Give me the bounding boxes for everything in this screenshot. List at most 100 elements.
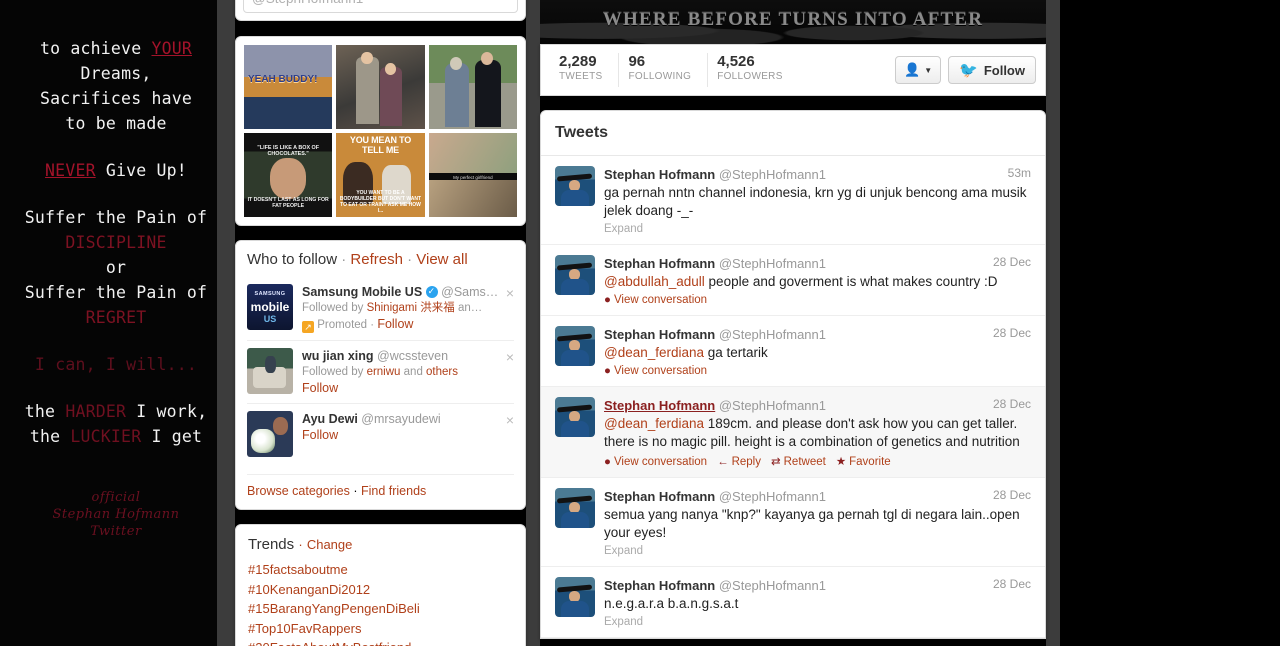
tweet-mention-link[interactable]: @dean_ferdiana — [604, 345, 704, 360]
stat-tweets[interactable]: 2,289 TWEETS — [550, 53, 620, 87]
tweet[interactable]: 28 Dec Stephan Hofmann @StephHofmann1 @dea… — [541, 387, 1045, 478]
tweet-mention-link[interactable]: @dean_ferdiana — [604, 416, 704, 431]
suggestion-handle[interactable]: @Sams… — [441, 285, 498, 299]
who-to-follow-item[interactable]: wu jian xing @wcssteven Followed by erni… — [247, 340, 514, 403]
samsung-mobile-us-avatar[interactable]: SAMSUNG mobile US — [247, 284, 293, 330]
trend-item[interactable]: #Top10FavRappers — [248, 619, 513, 639]
followed-by-name[interactable]: Shinigami 洪来福 — [367, 302, 455, 314]
signature-line-3: Twitter — [90, 524, 142, 539]
dismiss-suggestion-icon[interactable]: × — [506, 285, 514, 301]
who-to-follow-item[interactable]: SAMSUNGmobileUS Samsung Mobile US @Sams…… — [247, 277, 514, 340]
tweet-avatar[interactable] — [555, 488, 595, 528]
photo-two-people-outdoors[interactable] — [428, 45, 517, 129]
who-to-follow-header: Who to follow · Refresh · View all — [247, 251, 514, 268]
tweet-author-name[interactable]: Stephan Hofmann — [604, 167, 715, 182]
photo-caption-top: "LIFE IS LIKE A BOX OF CHOCOLATES." — [257, 144, 320, 157]
view-conversation-icon: ● — [604, 365, 611, 377]
tweet-expand-link[interactable]: Expand — [604, 223, 1031, 235]
tweet-author-handle[interactable]: @StephHofmann1 — [715, 398, 826, 413]
art-text: Sacrifices have — [39, 89, 192, 108]
user-actions-dropdown-button[interactable]: 👤 ▼ — [895, 56, 942, 84]
tweet-author-handle[interactable]: @StephHofmann1 — [715, 256, 826, 271]
follow-button[interactable]: 🐦 Follow — [948, 56, 1036, 84]
signature-line-2: Stephan Hofmann — [52, 507, 180, 522]
gutter-right — [1046, 0, 1060, 646]
tweet-avatar[interactable] — [555, 577, 595, 617]
suggestion-handle[interactable]: @mrsayudewi — [361, 412, 440, 426]
art-line: the LUCKIER I get — [0, 424, 232, 449]
change-trends-link[interactable]: Change — [307, 537, 353, 552]
retweet-link[interactable]: ⇄ Retweet — [771, 454, 826, 468]
tweet-body: Stephan Hofmann @StephHofmann1 n.e.g.a.r.… — [604, 577, 1031, 628]
tweet-avatar[interactable] — [555, 397, 595, 437]
trend-item[interactable]: #10KenanganDi2012 — [248, 580, 513, 600]
find-friends-link[interactable]: Find friends — [361, 484, 426, 498]
suggestion-name[interactable]: wu jian xing — [302, 349, 374, 363]
tweet-timestamp[interactable]: 28 Dec — [993, 488, 1031, 502]
tweet-author-name[interactable]: Stephan Hofmann — [604, 578, 715, 593]
tweet-author-name[interactable]: Stephan Hofmann — [604, 489, 715, 504]
compose-tweet-input[interactable]: @StephHofmann1 — [243, 0, 518, 13]
tweet-avatar[interactable] — [555, 326, 595, 366]
wu-jian-xing-avatar[interactable] — [247, 348, 293, 394]
view-conversation-link[interactable]: ● View conversation — [604, 456, 707, 468]
tweet-expand-link[interactable]: Expand — [604, 545, 1031, 557]
tweet-timestamp[interactable]: 28 Dec — [993, 577, 1031, 591]
suggestion-name[interactable]: Samsung Mobile US — [302, 285, 422, 299]
tweet-author-name[interactable]: Stephan Hofmann — [604, 327, 715, 342]
photo-you-mean-to-tell-me-meme[interactable]: YOU MEAN TO TELL ME YOU WANT TO BE A BOD… — [336, 133, 425, 217]
view-all-link[interactable]: View all — [416, 251, 467, 268]
tweet-avatar[interactable] — [555, 255, 595, 295]
tweet-author-handle[interactable]: @StephHofmann1 — [715, 327, 826, 342]
tweet-author-handle[interactable]: @StephHofmann1 — [715, 578, 826, 593]
tweet-avatar[interactable] — [555, 166, 595, 206]
follow-link[interactable]: Follow — [302, 427, 514, 443]
ayu-dewi-avatar[interactable] — [247, 411, 293, 457]
tweet-expand-link[interactable]: Expand — [604, 616, 1031, 628]
refresh-link[interactable]: Refresh — [350, 251, 403, 268]
reply-link[interactable]: ← Reply — [717, 456, 761, 468]
tweet[interactable]: 28 Dec Stephan Hofmann @StephHofmann1 semu… — [541, 478, 1045, 567]
follow-link[interactable]: Follow — [302, 380, 514, 396]
followed-by-others[interactable]: others — [426, 366, 458, 378]
tweet-author-handle[interactable]: @StephHofmann1 — [715, 489, 826, 504]
tweet-timestamp[interactable]: 28 Dec — [993, 255, 1031, 269]
compose-tweet-card: @StephHofmann1 — [235, 0, 526, 21]
trend-item[interactable]: #15BarangYangPengenDiBeli — [248, 599, 513, 619]
tweet-author-name[interactable]: Stephan Hofmann — [604, 398, 715, 413]
favorite-link[interactable]: ★ Favorite — [836, 454, 891, 468]
photo-caption-top: YOU MEAN TO TELL ME — [349, 135, 412, 155]
tweet[interactable]: 53m Stephan Hofmann @StephHofmann1 ga pern… — [541, 156, 1045, 245]
tweet[interactable]: 28 Dec Stephan Hofmann @StephHofmann1 @dea… — [541, 316, 1045, 387]
separator: · — [298, 537, 303, 552]
tweet-timestamp[interactable]: 28 Dec — [993, 397, 1031, 411]
view-conversation-link[interactable]: ● View conversation — [604, 294, 707, 306]
tweet-author-name[interactable]: Stephan Hofmann — [604, 256, 715, 271]
dismiss-suggestion-icon[interactable]: × — [506, 349, 514, 365]
view-conversation-link[interactable]: ● View conversation — [604, 365, 707, 377]
tweet-timestamp[interactable]: 53m — [1008, 166, 1031, 180]
profile-header-banner[interactable]: WHERE BEFORE TURNS INTO AFTER — [540, 0, 1046, 44]
dismiss-suggestion-icon[interactable]: × — [506, 412, 514, 428]
suggestion-name[interactable]: Ayu Dewi — [302, 412, 358, 426]
photo-grid: YEAH BUDDY! "LIFE IS LIKE A BOX OF CHOCO… — [244, 45, 517, 217]
art-line: Suffer the Pain of — [0, 280, 232, 305]
photo-couple-batik[interactable] — [336, 45, 425, 129]
stat-following[interactable]: 96 FOLLOWING — [619, 53, 709, 87]
tweet-author-handle[interactable]: @StephHofmann1 — [715, 167, 826, 182]
followed-by-name[interactable]: erniwu — [367, 366, 401, 378]
trend-item[interactable]: #20FactsAboutMyBestfriend — [248, 638, 513, 646]
photo-yeah-buddy[interactable]: YEAH BUDDY! — [244, 45, 333, 129]
follow-link[interactable]: Follow — [377, 317, 413, 331]
suggestion-handle[interactable]: @wcssteven — [377, 349, 448, 363]
photo-box-of-chocolates-meme[interactable]: "LIFE IS LIKE A BOX OF CHOCOLATES." IT D… — [244, 133, 333, 217]
browse-categories-link[interactable]: Browse categories — [247, 484, 350, 498]
who-to-follow-item[interactable]: Ayu Dewi @mrsayudewi Follow × — [247, 403, 514, 464]
tweet-mention-link[interactable]: @abdullah_adull — [604, 274, 705, 289]
photo-my-perfect-girlfriend[interactable]: My perfect girlfriend — [428, 133, 517, 217]
tweet-timestamp[interactable]: 28 Dec — [993, 326, 1031, 340]
trend-item[interactable]: #15factsaboutme — [248, 560, 513, 580]
tweet[interactable]: 28 Dec Stephan Hofmann @StephHofmann1 n.e.… — [541, 567, 1045, 638]
tweet[interactable]: 28 Dec Stephan Hofmann @StephHofmann1 @abd… — [541, 245, 1045, 316]
stat-followers[interactable]: 4,526 FOLLOWERS — [708, 53, 799, 87]
